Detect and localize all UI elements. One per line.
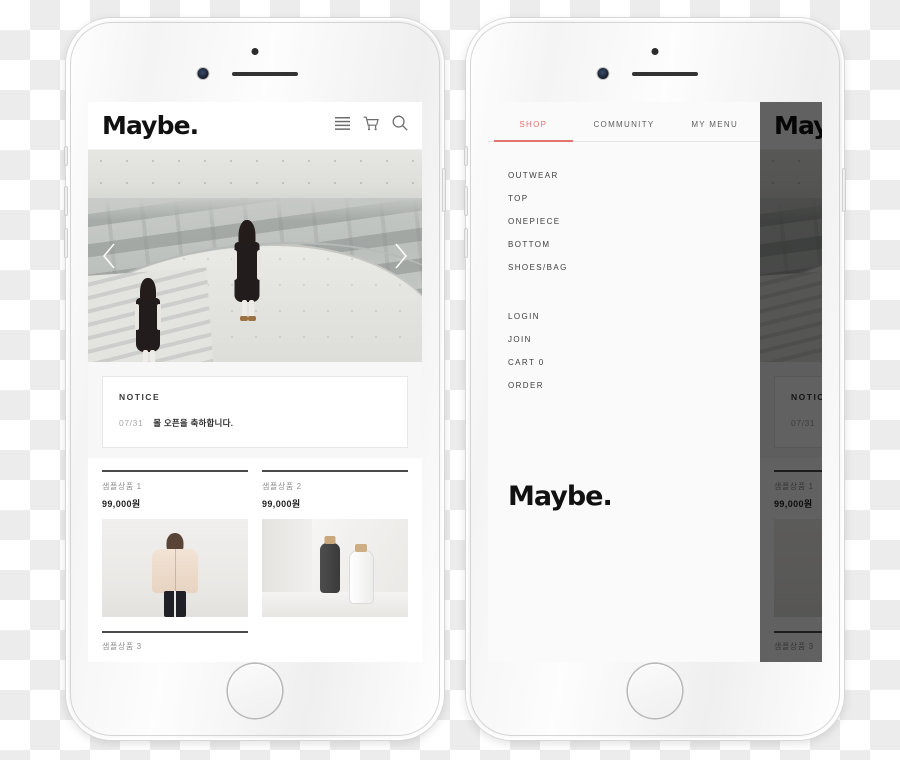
peek-notice-date: 07/31 — [791, 418, 816, 428]
volume-up-button[interactable] — [64, 186, 68, 216]
phone-screen-menu: SHOP COMMUNITY MY MENU OUTWEAR TOP ONEPI… — [488, 102, 822, 662]
scene: Maybe. NOTICE 07/31 몰 오픈을 축하합니다. 샘플상품 1 … — [0, 0, 900, 760]
peek-product-grid: 샘플상품 1 99,000원 샘플상품 3 샘플상품 2 — [760, 458, 822, 652]
shopping-cart-icon[interactable] — [363, 116, 379, 136]
header-icon-group — [335, 115, 408, 136]
product-price: 99,000원 — [102, 499, 141, 509]
hero-figure-stairs — [132, 278, 164, 362]
peek-content: Maybe. — [760, 102, 822, 662]
peek-brand-logo: Maybe. — [774, 111, 822, 140]
peek-hero-carousel — [760, 150, 822, 362]
product-name: 샘플상품 2 — [262, 482, 302, 491]
peek-product-card: 샘플상품 1 99,000원 샘플상품 3 — [774, 462, 822, 652]
menu-item-outwear[interactable]: OUTWEAR — [508, 164, 760, 187]
notice-card[interactable]: NOTICE 07/31 몰 오픈을 축하합니다. — [102, 376, 408, 448]
product-divider — [102, 470, 248, 472]
power-button[interactable] — [842, 168, 846, 212]
search-icon[interactable] — [392, 115, 408, 136]
product-grid: 샘플상품 1 99,000원 샘플상품 3 샘플상품 2 99,000원 — [88, 458, 422, 652]
product-card[interactable]: 샘플상품 1 99,000원 샘플상품 3 — [102, 462, 248, 652]
power-button[interactable] — [442, 168, 446, 212]
peek-product-thumbnail — [774, 519, 822, 617]
menu-item-onepiece[interactable]: ONEPIECE — [508, 210, 760, 233]
menu-item-join[interactable]: JOIN — [508, 328, 760, 351]
phone-device-menu: SHOP COMMUNITY MY MENU OUTWEAR TOP ONEPI… — [464, 18, 846, 740]
volume-up-button[interactable] — [464, 186, 468, 216]
notice-section: NOTICE 07/31 몰 오픈을 축하합니다. — [88, 362, 422, 458]
hero-figure-walking — [230, 220, 264, 324]
peek-notice-section: NOTICE 07/31 몰 오픈을 축하합니다. — [760, 362, 822, 458]
silent-switch[interactable] — [464, 146, 468, 166]
menu-drawer: SHOP COMMUNITY MY MENU OUTWEAR TOP ONEPI… — [488, 102, 760, 662]
phone-device-storefront: Maybe. NOTICE 07/31 몰 오픈을 축하합니다. 샘플상품 1 … — [64, 18, 446, 740]
front-camera-icon — [197, 68, 209, 79]
menu-item-cart[interactable]: CART 0 — [508, 351, 760, 374]
dimmed-storefront-peek[interactable]: Maybe. — [760, 102, 822, 662]
tab-my-menu[interactable]: MY MENU — [669, 102, 760, 141]
peek-notice-title: NOTICE — [791, 392, 822, 402]
notice-text: 몰 오픈을 축하합니다. — [153, 418, 234, 428]
peek-product-price: 99,000원 — [774, 499, 813, 509]
carousel-next-icon[interactable] — [393, 243, 408, 269]
product-divider — [262, 470, 408, 472]
home-button[interactable] — [628, 664, 682, 718]
earpiece-speaker — [632, 72, 698, 76]
product-divider-next — [102, 631, 248, 633]
notice-date: 07/31 — [119, 418, 144, 428]
product-price: 99,000원 — [262, 499, 301, 509]
proximity-sensor-icon — [651, 48, 659, 55]
product-card[interactable]: 샘플상품 2 99,000원 — [262, 462, 408, 652]
earpiece-speaker — [232, 72, 298, 76]
tab-shop[interactable]: SHOP — [488, 102, 579, 142]
product-name-next: 샘플상품 3 — [102, 642, 142, 651]
phone-screen-storefront: Maybe. NOTICE 07/31 몰 오픈을 축하합니다. 샘플상품 1 … — [88, 102, 422, 662]
product-thumbnail[interactable] — [262, 519, 408, 617]
home-button[interactable] — [228, 664, 282, 718]
product-name: 샘플상품 1 — [102, 482, 142, 491]
menu-item-top[interactable]: TOP — [508, 187, 760, 210]
menu-group-separator — [508, 279, 760, 305]
hero-carousel[interactable] — [88, 150, 422, 362]
notice-title: NOTICE — [119, 392, 161, 402]
tab-community[interactable]: COMMUNITY — [579, 102, 670, 141]
peek-notice-card: NOTICE 07/31 몰 오픈을 축하합니다. — [774, 376, 822, 448]
silent-switch[interactable] — [64, 146, 68, 166]
menu-tab-bar: SHOP COMMUNITY MY MENU — [488, 102, 760, 142]
hamburger-menu-icon[interactable] — [335, 116, 350, 135]
product-thumbnail[interactable] — [102, 519, 248, 617]
menu-item-bottom[interactable]: BOTTOM — [508, 233, 760, 256]
drawer-brand-logo[interactable]: Maybe. — [488, 481, 760, 662]
menu-category-list: OUTWEAR TOP ONEPIECE BOTTOM SHOES/BAG LO… — [488, 142, 760, 397]
volume-down-button[interactable] — [64, 228, 68, 258]
volume-down-button[interactable] — [464, 228, 468, 258]
menu-item-login[interactable]: LOGIN — [508, 305, 760, 328]
carousel-prev-icon[interactable] — [102, 243, 117, 269]
menu-item-order[interactable]: ORDER — [508, 374, 760, 397]
peek-store-header: Maybe. — [760, 102, 822, 150]
peek-notice-row: 07/31 몰 오픈을 축하합니다. — [791, 417, 822, 429]
proximity-sensor-icon — [251, 48, 259, 55]
store-header: Maybe. — [88, 102, 422, 150]
front-camera-icon — [597, 68, 609, 79]
peek-product-name-next: 샘플상품 3 — [774, 642, 814, 651]
brand-logo[interactable]: Maybe. — [102, 111, 199, 140]
menu-item-shoes-bag[interactable]: SHOES/BAG — [508, 256, 760, 279]
peek-product-name: 샘플상품 1 — [774, 482, 814, 491]
notice-row[interactable]: 07/31 몰 오픈을 축하합니다. — [119, 417, 391, 429]
